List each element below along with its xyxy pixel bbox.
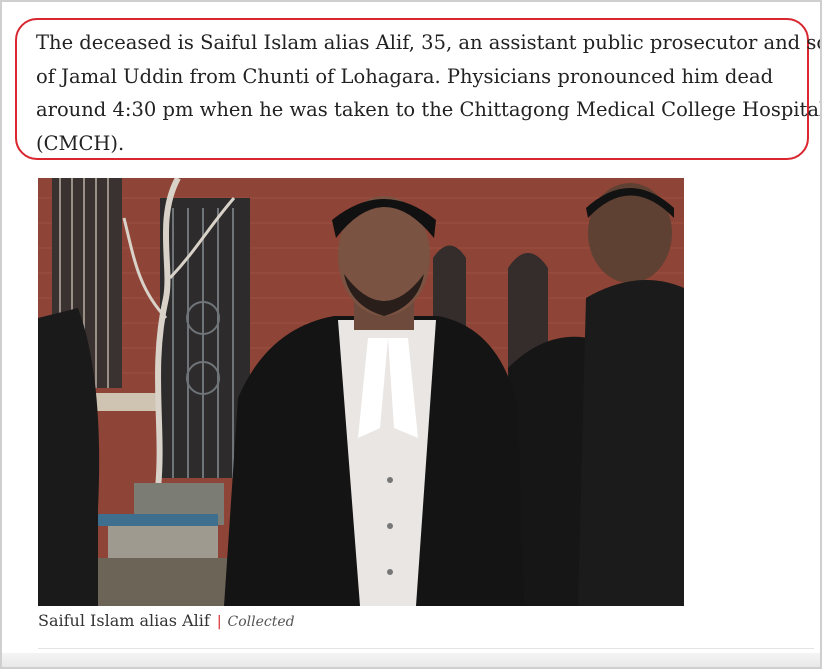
divider bbox=[38, 648, 814, 649]
photo-credit: Collected bbox=[227, 614, 295, 630]
photo-caption: Saiful Islam alias Alif | Collected bbox=[38, 611, 295, 630]
caption-separator: | bbox=[216, 614, 222, 630]
article-frame: The deceased is Saiful Islam alias Alif,… bbox=[0, 0, 822, 669]
paragraph-line: (CMCH). bbox=[36, 131, 125, 155]
caption-text: Saiful Islam alias Alif bbox=[38, 611, 210, 630]
paragraph-line: The deceased is Saiful Islam alias Alif,… bbox=[36, 31, 822, 54]
page-bottom-edge bbox=[2, 653, 820, 667]
article-photo[interactable] bbox=[38, 178, 684, 606]
article-paragraph: The deceased is Saiful Islam alias Alif,… bbox=[36, 26, 822, 160]
photo-illustration bbox=[38, 178, 684, 606]
paragraph-line: of Jamal Uddin from Chunti of Lohagara. … bbox=[36, 64, 774, 88]
paragraph-line: around 4:30 pm when he was taken to the … bbox=[36, 98, 822, 121]
